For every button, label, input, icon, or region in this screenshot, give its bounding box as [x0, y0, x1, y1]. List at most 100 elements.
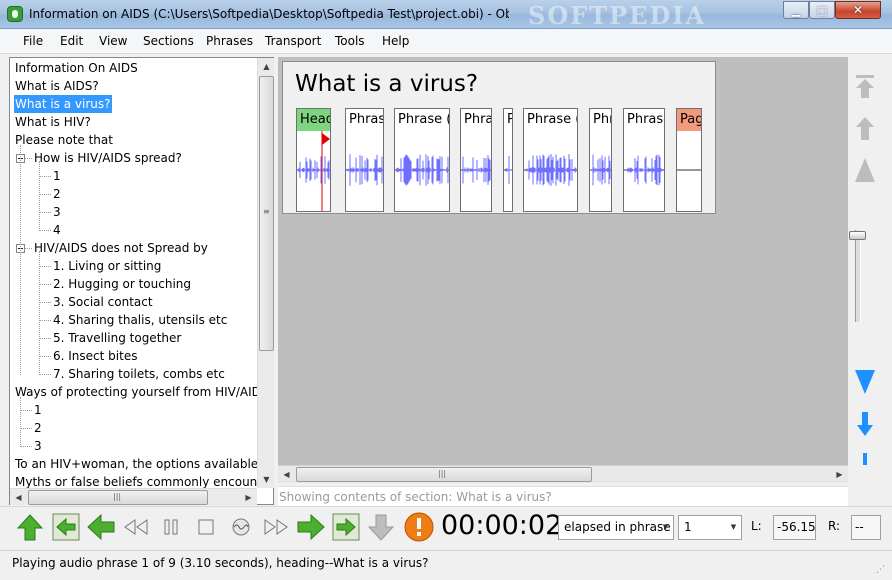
zoom-slider-thumb[interactable] [849, 231, 866, 240]
previous-phrase-marker-icon[interactable] [51, 512, 81, 542]
phrase-label: Phrase ( [398, 112, 449, 127]
pause-icon[interactable] [156, 512, 186, 542]
tree-node[interactable]: 2 [33, 419, 43, 437]
menu-sections[interactable]: Sections [143, 34, 194, 48]
obi-app-icon[interactable] [7, 6, 23, 22]
content-horizontal-scrollbar[interactable]: ◀ ||| ▶ [278, 465, 848, 483]
tree-vscroll-thumb[interactable]: ≡ [259, 76, 274, 351]
tree-node[interactable]: 4 [52, 221, 62, 239]
previous-section-icon[interactable] [15, 512, 45, 542]
time-mode-dropdown[interactable]: elapsed in phrase ▼ [558, 515, 674, 540]
menu-edit[interactable]: Edit [60, 34, 83, 48]
tree-connector-line [39, 374, 51, 375]
fast-forward-icon[interactable] [261, 512, 291, 542]
tree-node[interactable]: What is a virus? [14, 95, 112, 113]
tree-node[interactable]: 1 [52, 167, 62, 185]
tree-node[interactable]: What is AIDS? [14, 77, 100, 95]
chevron-down-icon[interactable]: ▼ [726, 516, 741, 539]
chevron-down-icon[interactable]: ▼ [658, 516, 673, 539]
phrase-block[interactable]: Phrase [623, 108, 665, 212]
page-phrase-block[interactable]: Page [676, 108, 702, 212]
tree-node[interactable]: 4. Sharing thalis, utensils etc [52, 311, 228, 329]
tree-horizontal-scrollbar[interactable]: ◀ ||| ▶ [10, 488, 257, 505]
scroll-right-arrow-icon[interactable]: ▶ [240, 489, 257, 506]
menu-tools[interactable]: Tools [335, 34, 365, 48]
minimize-icon: ▁ [791, 4, 801, 17]
tree-node[interactable]: What is HIV? [14, 113, 92, 131]
phrase-block[interactable]: Phrase [345, 108, 384, 212]
phrase-block[interactable]: Phrase ( [394, 108, 450, 212]
phrase-block[interactable]: P [503, 108, 513, 212]
heading-phrase-block[interactable]: Heading [296, 108, 331, 212]
minimize-button[interactable]: ▁ [783, 1, 809, 19]
navigate-up-icon[interactable] [850, 113, 880, 143]
phrase-block[interactable]: Phrase ( [523, 108, 578, 212]
tree-connector-line [39, 356, 51, 357]
navigate-up-level-icon[interactable] [850, 155, 880, 185]
section-strip[interactable]: What is a virus? HeadingPhrasePhrase (Ph… [282, 61, 716, 214]
tree-hscroll-thumb[interactable]: ||| [28, 490, 208, 505]
content-view[interactable]: What is a virus? HeadingPhrasePhrase (Ph… [278, 57, 848, 483]
content-hscroll-thumb[interactable]: ||| [296, 467, 592, 482]
scroll-left-arrow-icon[interactable]: ◀ [278, 466, 295, 483]
next-section-icon[interactable] [366, 512, 396, 542]
phrase-block[interactable]: Phrase [589, 108, 612, 212]
navigate-to-bottom-icon[interactable] [850, 451, 880, 481]
tree-node[interactable]: Information On AIDS [14, 59, 139, 77]
maximize-button[interactable]: □ [809, 1, 835, 19]
tree-node[interactable]: 7. Sharing toilets, combs etc [52, 365, 226, 383]
menu-help[interactable]: Help [382, 34, 409, 48]
menu-phrases[interactable]: Phrases [206, 34, 253, 48]
tree-node[interactable]: How is HIV/AIDS spread? [33, 149, 183, 167]
navigate-down-level-icon[interactable] [850, 367, 880, 397]
zoom-slider-track[interactable] [855, 230, 861, 322]
tree-node[interactable]: HIV/AIDS does not Spread by [33, 239, 209, 257]
navigate-down-icon[interactable] [850, 409, 880, 439]
menu-transport[interactable]: Transport [265, 34, 321, 48]
waveform [590, 154, 611, 186]
tree-node[interactable]: To an HIV+woman, the options available [14, 455, 257, 473]
next-phrase-marker-icon[interactable] [331, 512, 361, 542]
tree-vertical-scrollbar[interactable]: ▲ ≡ ▼ [257, 58, 274, 488]
tree-node[interactable]: 2. Hugging or touching [52, 275, 192, 293]
close-button[interactable]: ✕ [835, 1, 881, 19]
tree-node[interactable]: Please note that [14, 131, 114, 149]
tree-node[interactable]: Myths or false beliefs commonly encounte… [14, 473, 257, 488]
title-bar: Information on AIDS (C:\Users\Softpedia\… [0, 0, 892, 30]
record-icon[interactable] [226, 512, 256, 542]
tree-node[interactable]: Ways of protecting yourself from HIV/AID… [14, 383, 257, 401]
menu-file[interactable]: File [23, 34, 43, 48]
playback-marker-icon [322, 133, 330, 145]
scroll-left-arrow-icon[interactable]: ◀ [10, 489, 27, 506]
next-phrase-icon[interactable] [296, 512, 326, 542]
previous-phrase-icon[interactable] [86, 512, 116, 542]
tree-node[interactable]: 6. Insect bites [52, 347, 138, 365]
tree-node[interactable]: 3 [33, 437, 43, 455]
waveform [524, 154, 577, 186]
tree-connector-line [39, 320, 51, 321]
tree-connector-line [39, 230, 51, 231]
waveform [504, 155, 512, 185]
tree-node[interactable]: 3 [52, 203, 62, 221]
tree-node[interactable]: 5. Travelling together [52, 329, 182, 347]
scroll-right-arrow-icon[interactable]: ▶ [831, 466, 848, 483]
tree-node[interactable]: 2 [52, 185, 62, 203]
phrase-index-dropdown[interactable]: 1 ▼ [678, 515, 742, 540]
phrase-block[interactable]: Phrase [460, 108, 492, 212]
tree-node[interactable]: 1. Living or sitting [52, 257, 162, 275]
toc-tree: Information On AIDS What is AIDS? What is … [10, 58, 257, 488]
scroll-down-arrow-icon[interactable]: ▼ [258, 471, 275, 488]
tree-node[interactable]: 3. Social contact [52, 293, 154, 311]
close-icon: ✕ [852, 3, 864, 17]
tree-node[interactable]: 1 [33, 401, 43, 419]
stop-icon[interactable] [191, 512, 221, 542]
tree-connector-line [20, 397, 21, 447]
waveform [677, 169, 701, 171]
rewind-icon[interactable] [121, 512, 151, 542]
warning-icon[interactable] [404, 512, 434, 542]
scroll-up-arrow-icon[interactable]: ▲ [258, 58, 275, 75]
resize-grip-icon[interactable]: ⋰ [876, 565, 885, 575]
navigate-to-top-icon[interactable] [850, 71, 880, 101]
menu-view[interactable]: View [99, 34, 127, 48]
waveform [346, 154, 383, 186]
